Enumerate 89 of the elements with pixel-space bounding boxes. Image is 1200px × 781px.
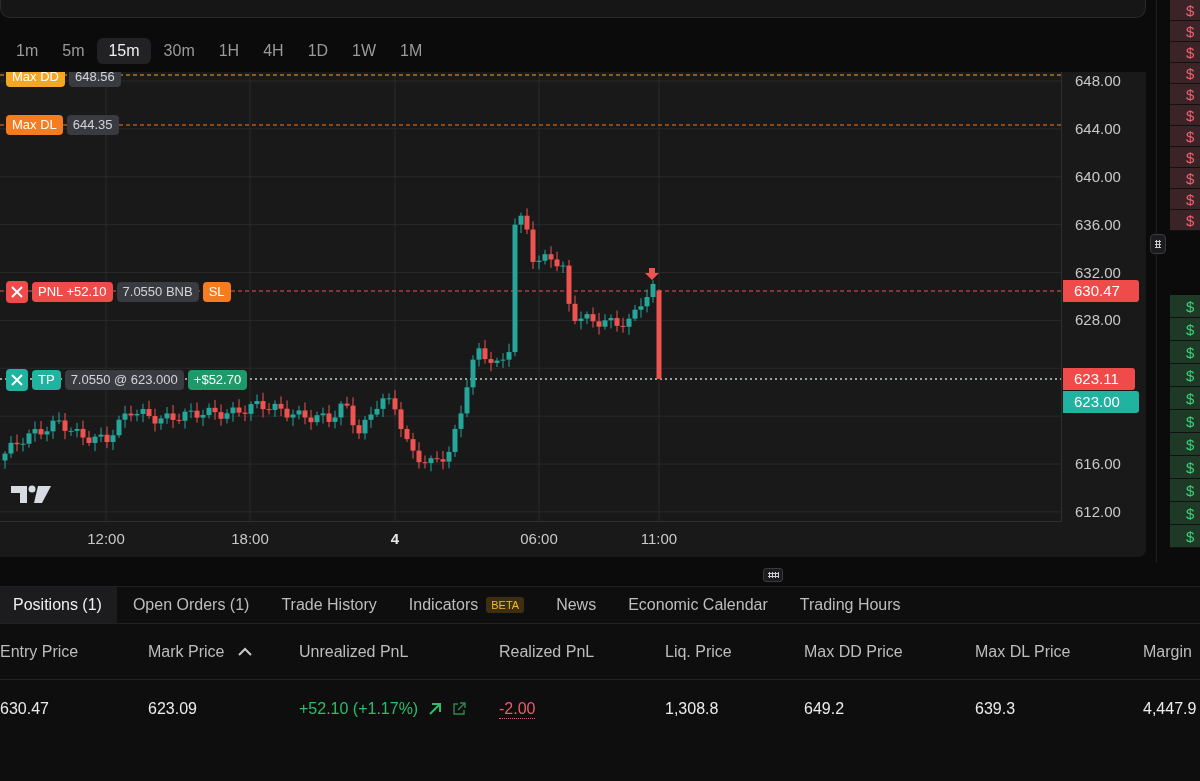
price-tag: 623.00 bbox=[1063, 391, 1139, 413]
price-tag: 623.11 bbox=[1063, 368, 1135, 390]
panel-tab[interactable]: Indicators BETA bbox=[392, 587, 541, 623]
bid-price[interactable]: $ bbox=[1170, 295, 1200, 318]
panel-tab[interactable]: Trading Hours bbox=[783, 587, 917, 623]
time-label: 12:00 bbox=[86, 530, 126, 547]
level-price: 648.56 bbox=[68, 72, 121, 87]
timeframe-tab[interactable]: 5m bbox=[51, 38, 96, 64]
timeframe-tab[interactable]: 4H bbox=[252, 38, 295, 64]
ask-price[interactable]: $ bbox=[1170, 105, 1200, 126]
price-tick: 644.00 bbox=[1075, 118, 1121, 139]
panel-tab[interactable]: Trade History bbox=[265, 587, 393, 623]
timeframe-tab[interactable]: 1D bbox=[296, 38, 340, 64]
timeframe-tab[interactable]: 1H bbox=[207, 38, 251, 64]
beta-badge: BETA bbox=[486, 597, 525, 613]
timeframe-tab[interactable]: 1M bbox=[389, 38, 434, 64]
bid-price[interactable]: $ bbox=[1170, 364, 1200, 387]
panel-tab[interactable]: Positions (1) bbox=[0, 587, 117, 623]
bid-price[interactable]: $ bbox=[1170, 318, 1200, 341]
ask-price[interactable]: $ bbox=[1170, 126, 1200, 147]
timeframe-tab[interactable]: 1W bbox=[341, 38, 388, 64]
column-header[interactable]: Unrealized PnL bbox=[299, 642, 409, 661]
external-link-icon[interactable] bbox=[452, 702, 467, 716]
chart-logo bbox=[11, 485, 51, 503]
table-cell: +52.10 (+1.17%) bbox=[299, 700, 419, 718]
panel-tab[interactable]: Open Orders (1) bbox=[116, 587, 266, 623]
table-cell: 4,447.9 bbox=[1143, 700, 1197, 718]
ask-price[interactable]: $ bbox=[1170, 210, 1200, 231]
timeframe-tab[interactable]: 15m bbox=[97, 38, 151, 64]
level-price: 644.35 bbox=[66, 115, 119, 135]
take-profit-amount: +$52.70 bbox=[187, 370, 248, 390]
resize-handle[interactable] bbox=[763, 567, 783, 582]
table-cell: 1,308.8 bbox=[665, 700, 719, 718]
down-arrow-icon bbox=[645, 268, 659, 280]
timeframe-tab[interactable]: 30m bbox=[152, 38, 206, 64]
table-cell: -2.00 bbox=[499, 699, 536, 719]
ask-price[interactable]: $ bbox=[1170, 168, 1200, 189]
column-header[interactable]: Margin bbox=[1143, 642, 1192, 661]
column-header[interactable]: Entry Price bbox=[0, 642, 79, 661]
price-tick: 612.00 bbox=[1075, 501, 1121, 522]
level-badge: Max DD bbox=[6, 72, 65, 87]
time-label: 18:00 bbox=[230, 530, 270, 547]
column-header[interactable]: Realized PnL bbox=[499, 642, 595, 661]
price-tick: 616.00 bbox=[1075, 454, 1121, 475]
resize-handle[interactable] bbox=[1150, 234, 1166, 254]
table-cell: 639.3 bbox=[975, 700, 1016, 718]
table-cell: 623.09 bbox=[148, 700, 197, 718]
ask-price[interactable]: $ bbox=[1170, 0, 1200, 21]
ask-price[interactable]: $ bbox=[1170, 42, 1200, 63]
bid-price[interactable]: $ bbox=[1170, 456, 1200, 479]
column-header[interactable]: Mark Price bbox=[148, 642, 225, 661]
up-right-arrow-icon bbox=[428, 702, 443, 716]
price-tick: 628.00 bbox=[1075, 310, 1121, 331]
column-header[interactable]: Liq. Price bbox=[665, 642, 732, 661]
time-label: 4 bbox=[389, 530, 401, 547]
bid-price[interactable]: $ bbox=[1170, 502, 1200, 525]
ask-price[interactable]: $ bbox=[1170, 147, 1200, 168]
ask-price[interactable]: $ bbox=[1170, 189, 1200, 210]
close-icon[interactable] bbox=[6, 281, 28, 303]
position-size: 7.0550 BNB bbox=[116, 282, 199, 302]
time-label: 06:00 bbox=[519, 530, 559, 547]
column-header[interactable]: Max DL Price bbox=[975, 642, 1071, 661]
column-header[interactable]: Max DD Price bbox=[804, 642, 903, 661]
bid-price[interactable]: $ bbox=[1170, 479, 1200, 502]
price-tick: 632.00 bbox=[1075, 262, 1121, 283]
close-icon[interactable] bbox=[6, 369, 28, 391]
pnl-badge: PNL +52.10 bbox=[32, 282, 113, 302]
ask-price[interactable]: $ bbox=[1170, 84, 1200, 105]
price-tag: 630.47 bbox=[1063, 280, 1139, 302]
price-tick: 640.00 bbox=[1075, 166, 1121, 187]
price-tick: 648.00 bbox=[1075, 71, 1121, 91]
table-cell: 649.2 bbox=[804, 700, 845, 718]
panel-tab[interactable]: News bbox=[540, 587, 613, 623]
panel-tab[interactable]: Economic Calendar bbox=[612, 587, 784, 623]
ask-price[interactable]: $ bbox=[1170, 63, 1200, 84]
bid-price[interactable]: $ bbox=[1170, 433, 1200, 456]
bid-price[interactable]: $ bbox=[1170, 525, 1200, 548]
price-tick: 636.00 bbox=[1075, 214, 1121, 235]
timeframe-tab[interactable]: 1m bbox=[5, 38, 50, 64]
caret-icon[interactable] bbox=[238, 647, 253, 656]
level-badge: Max DL bbox=[6, 115, 63, 135]
take-profit-badge: TP bbox=[32, 370, 61, 390]
bid-price[interactable]: $ bbox=[1170, 410, 1200, 433]
take-profit-order: 7.0550 @ 623.000 bbox=[64, 370, 184, 390]
bid-price[interactable]: $ bbox=[1170, 341, 1200, 364]
table-cell: 630.47 bbox=[0, 700, 49, 718]
bid-price[interactable]: $ bbox=[1170, 387, 1200, 410]
ask-price[interactable]: $ bbox=[1170, 21, 1200, 42]
time-label: 11:00 bbox=[639, 530, 679, 547]
